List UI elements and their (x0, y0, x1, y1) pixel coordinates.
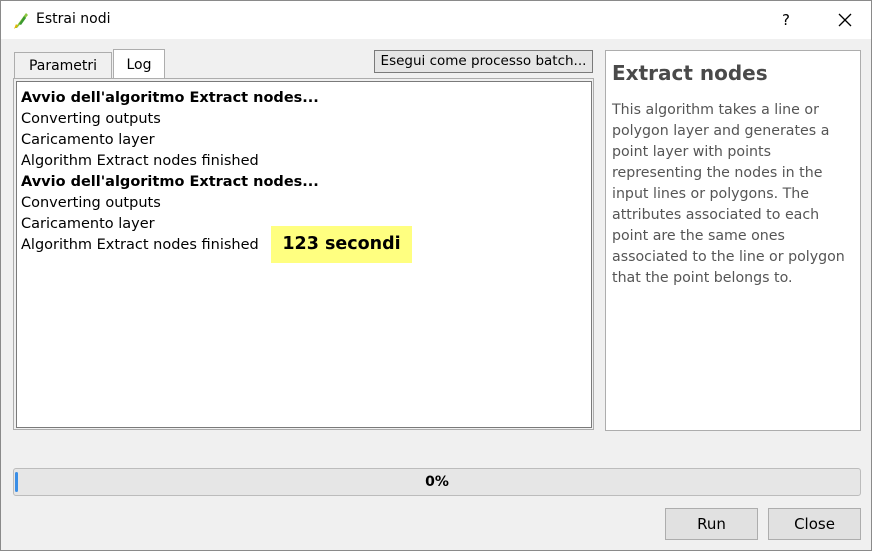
dialog-window: Estrai nodi ? Parametri Log Esegui come … (0, 0, 872, 551)
run-button[interactable]: Run (665, 508, 758, 540)
help-description: This algorithm takes a line or polygon l… (612, 102, 845, 286)
progress-bar: 0% (13, 468, 861, 496)
log-line: Converting outputs (21, 111, 161, 127)
help-button[interactable]: ? (771, 5, 801, 35)
window-title: Estrai nodi (36, 11, 111, 27)
algorithm-help-panel: Extract nodes This algorithm takes a lin… (605, 50, 861, 431)
qgis-app-icon (14, 13, 28, 29)
help-title: Extract nodes (612, 61, 768, 85)
tab-log[interactable]: Log (113, 49, 165, 79)
elapsed-time-highlight: 123 secondi (271, 226, 412, 263)
close-button[interactable]: Close (768, 508, 861, 540)
log-line: Avvio dell'algoritmo Extract nodes... (21, 174, 319, 190)
title-bar: Estrai nodi ? (1, 1, 871, 39)
run-as-batch-button[interactable]: Esegui come processo batch... (374, 50, 593, 73)
close-icon (838, 13, 852, 27)
log-line: Converting outputs (21, 195, 161, 211)
progress-label: 0% (425, 474, 449, 490)
log-line: Caricamento layer (21, 132, 155, 148)
window-close-button[interactable] (823, 3, 867, 37)
tab-parametri[interactable]: Parametri (14, 52, 112, 78)
log-line: Algorithm Extract nodes finished (21, 153, 259, 169)
log-line: Avvio dell'algoritmo Extract nodes... (21, 90, 319, 106)
